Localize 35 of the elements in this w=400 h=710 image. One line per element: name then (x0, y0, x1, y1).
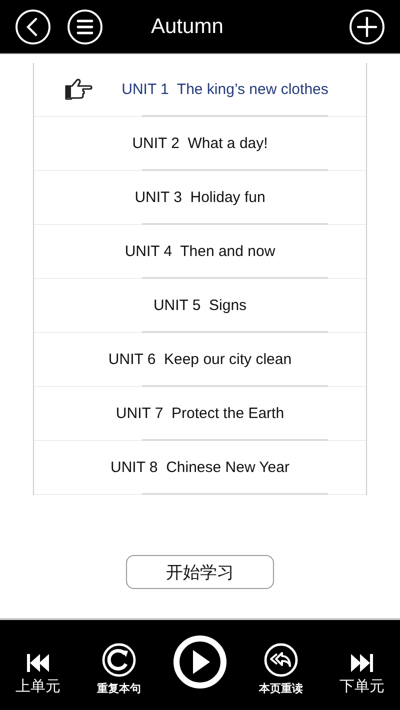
unit-title: UNIT 2 What a day! (132, 135, 268, 152)
unit-item[interactable]: UNIT 6 Keep our city clean (34, 333, 366, 387)
repeat-button[interactable]: 重复本句 (91, 643, 147, 696)
unit-item[interactable]: UNIT 8 Chinese New Year (34, 441, 366, 495)
unit-item[interactable]: UNIT 5 Signs (34, 279, 366, 333)
unit-title: UNIT 3 Holiday fun (134, 189, 266, 206)
screen-title: Autumn (151, 14, 224, 38)
prev-button[interactable]: 上单元 (10, 653, 66, 696)
menu-button[interactable] (67, 8, 103, 44)
unit-item[interactable]: UNIT 4 Then and now (34, 225, 366, 279)
reread-button[interactable]: 本页重读 (253, 643, 309, 696)
unit-title: UNIT 6 Keep our city clean (108, 351, 292, 368)
play-icon (173, 635, 227, 689)
reply-all-icon (264, 643, 298, 677)
skip-forward-icon (350, 653, 374, 673)
plus-icon (349, 8, 385, 44)
unit-title: UNIT 1 The king’s new clothes (122, 81, 328, 98)
skip-back-icon (26, 653, 50, 673)
unit-title: UNIT 7 Protect the Earth (116, 405, 284, 422)
unit-item[interactable]: UNIT 3 Holiday fun (34, 171, 366, 225)
back-icon (15, 8, 51, 44)
unit-item[interactable]: UNIT 7 Protect the Earth (34, 387, 366, 441)
pointing-hand-icon (64, 78, 94, 100)
next-button[interactable]: 下单元 (334, 653, 390, 696)
unit-item[interactable]: UNIT 1 The king’s new clothes (34, 63, 366, 117)
unit-title: UNIT 5 Signs (153, 297, 247, 314)
unit-title: UNIT 4 Then and now (124, 243, 276, 260)
start-learning-button[interactable]: 开始学习 (126, 555, 274, 589)
menu-icon (67, 8, 103, 44)
unit-item[interactable]: UNIT 2 What a day! (34, 117, 366, 171)
back-button[interactable] (15, 8, 51, 44)
unit-title: UNIT 8 Chinese New Year (110, 459, 290, 476)
add-button[interactable] (349, 8, 385, 44)
play-button[interactable] (172, 635, 228, 689)
repeat-icon (102, 643, 136, 677)
